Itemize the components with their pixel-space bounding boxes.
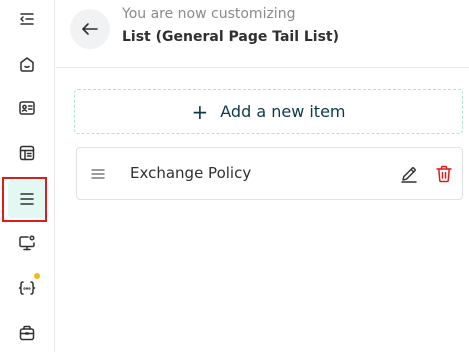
layout-icon [19, 145, 35, 161]
pencil-icon [401, 167, 417, 183]
monitor-settings-icon [19, 235, 35, 251]
arrow-left-icon [82, 23, 98, 35]
code-braces-icon [18, 281, 36, 295]
add-new-item-label: Add a new item [220, 102, 346, 121]
trash-icon [436, 165, 452, 183]
storage-button[interactable] [8, 314, 46, 352]
sidebar [0, 0, 55, 352]
code-button[interactable] [8, 269, 46, 307]
collapse-menu-button[interactable] [8, 0, 46, 38]
notification-dot [34, 273, 40, 279]
main-panel: You are now customizing List (General Pa… [56, 0, 469, 352]
drag-handle-icon[interactable] [90, 166, 106, 182]
collapse-menu-icon [20, 13, 34, 25]
profile-card-button[interactable] [8, 89, 46, 127]
layout-button[interactable] [8, 134, 46, 172]
active-item-highlight [2, 177, 47, 222]
delete-button[interactable] [434, 164, 454, 184]
database-icon [19, 325, 35, 341]
edit-button[interactable] [399, 164, 419, 184]
header-subtitle: You are now customizing [122, 6, 296, 22]
list-item[interactable]: Exchange Policy [76, 147, 463, 200]
plus-icon: + [191, 99, 209, 124]
home-icon [20, 57, 34, 72]
home-button[interactable] [8, 45, 46, 83]
display-settings-button[interactable] [8, 224, 46, 262]
add-new-item-button[interactable]: + Add a new item [74, 89, 463, 134]
header: You are now customizing List (General Pa… [56, 0, 469, 68]
page-title: List (General Page Tail List) [122, 29, 340, 45]
back-button[interactable] [70, 9, 110, 49]
id-card-icon [19, 101, 35, 115]
list-item-label: Exchange Policy [130, 164, 252, 182]
